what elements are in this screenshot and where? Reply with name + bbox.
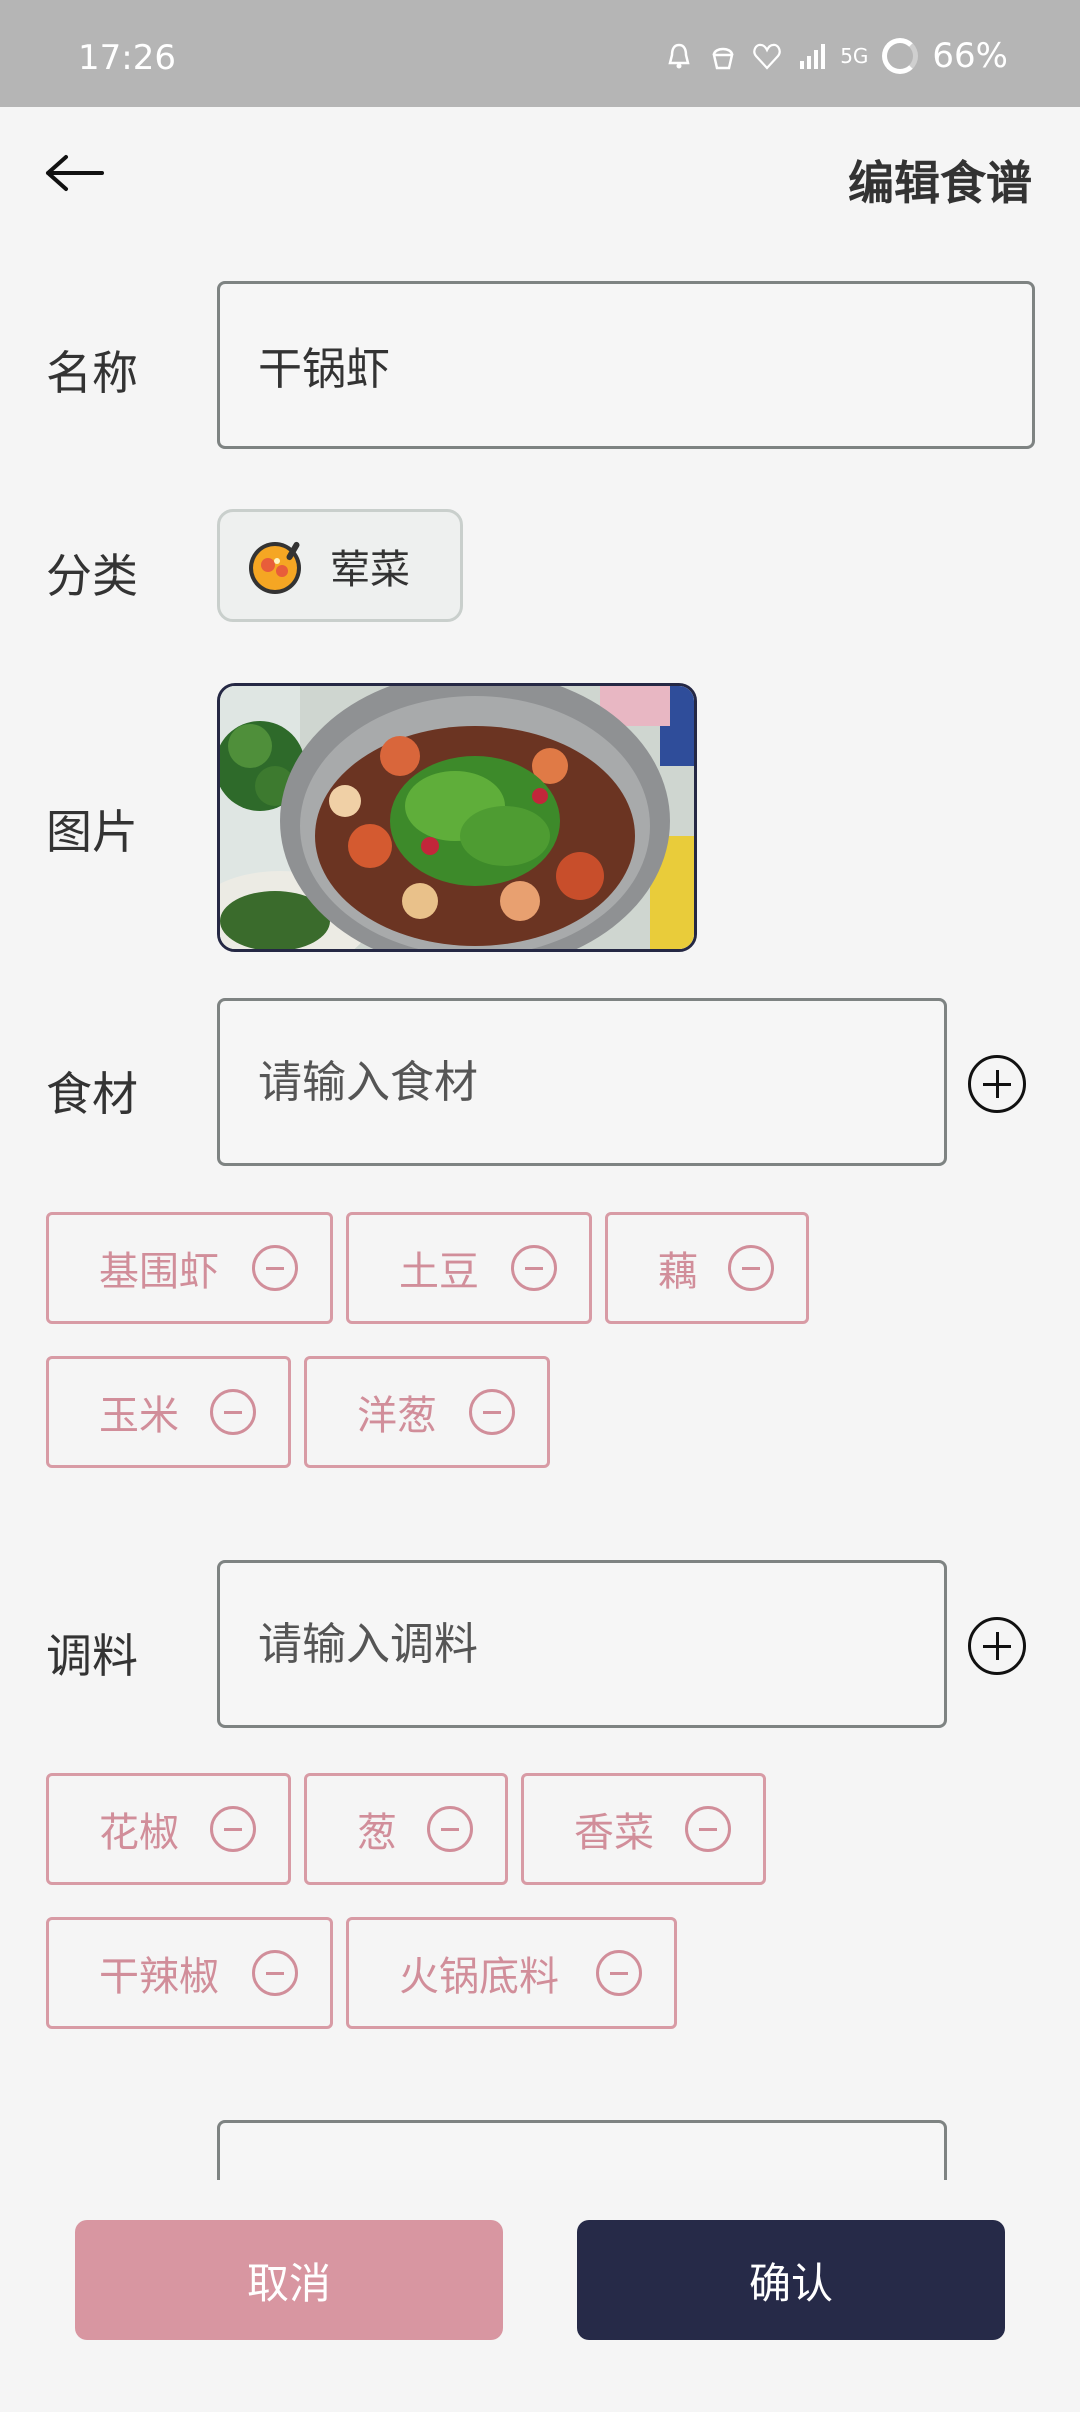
remove-icon[interactable] [728,1245,774,1291]
page-title: 编辑食谱 [848,156,1032,210]
seasoning-tag: 香菜 [521,1773,766,1885]
seasoning-tag: 干辣椒 [46,1917,333,2029]
category-label: 分类 [46,549,138,603]
tag-label: 玉米 [99,1393,179,1439]
notification-icon [668,43,690,69]
seasoning-tag: 葱 [304,1773,508,1885]
confirm-button[interactable]: 确认 [577,2220,1005,2340]
battery-level: 66% [932,36,1008,76]
bottom-action-bar: 取消 确认 [0,2180,1080,2412]
hd-voice-icon [753,43,781,70]
name-label: 名称 [46,346,138,400]
remove-icon[interactable] [210,1806,256,1852]
ingredient-tag: 基围虾 [46,1212,333,1324]
cancel-button[interactable]: 取消 [75,2220,503,2340]
back-arrow-icon[interactable] [40,143,110,203]
ingredient-tag: 玉米 [46,1356,291,1468]
ingredient-tag: 洋葱 [304,1356,550,1468]
recipe-photo[interactable] [217,683,697,952]
seasoning-tag: 花椒 [46,1773,291,1885]
status-bar: 17:26 5G 66% [0,0,1080,107]
remove-icon[interactable] [210,1389,256,1435]
tag-label: 基围虾 [99,1249,219,1295]
tag-label: 干辣椒 [99,1954,219,2000]
ingredient-field[interactable] [217,998,947,1166]
image-label: 图片 [46,805,138,859]
remove-icon[interactable] [469,1389,515,1435]
ingredients-label: 食材 [46,1067,138,1121]
tag-label: 香菜 [574,1810,654,1856]
category-value: 荤菜 [330,546,410,593]
add-seasoning-button[interactable] [968,1617,1026,1675]
tag-label: 花椒 [99,1810,179,1856]
tag-label: 葱 [357,1810,397,1856]
tag-label: 土豆 [399,1249,479,1295]
add-ingredient-button[interactable] [968,1055,1026,1113]
tag-label: 火锅底料 [399,1954,559,2000]
hotpot-icon [249,541,301,594]
cupcake-icon [712,47,734,70]
name-field[interactable] [217,281,1035,449]
seasoning-field[interactable] [217,1560,947,1728]
seasonings-label: 调料 [46,1629,138,1683]
status-icons: 5G 66% [664,36,1008,76]
remove-icon[interactable] [252,1245,298,1291]
top-bar: 编辑食谱 [0,107,1080,237]
remove-icon[interactable] [685,1806,731,1852]
remove-icon[interactable] [511,1245,557,1291]
ingredient-input[interactable] [258,1056,944,1108]
status-time: 17:26 [78,38,176,78]
dry-pot-shrimp-image [220,686,694,949]
ingredient-tag: 藕 [605,1212,809,1324]
remove-icon[interactable] [252,1950,298,1996]
tag-label: 藕 [658,1249,698,1295]
name-input[interactable] [258,339,1032,391]
remove-icon[interactable] [596,1950,642,1996]
battery-icon [882,38,919,74]
seasoning-tag: 火锅底料 [346,1917,677,2029]
tag-label: 洋葱 [357,1393,437,1439]
seasoning-input[interactable] [258,1618,944,1670]
signal-icon [800,44,826,69]
network-type: 5G [840,44,869,68]
ingredient-tag: 土豆 [346,1212,592,1324]
category-selector[interactable]: 荤菜 [217,509,463,622]
remove-icon[interactable] [427,1806,473,1852]
